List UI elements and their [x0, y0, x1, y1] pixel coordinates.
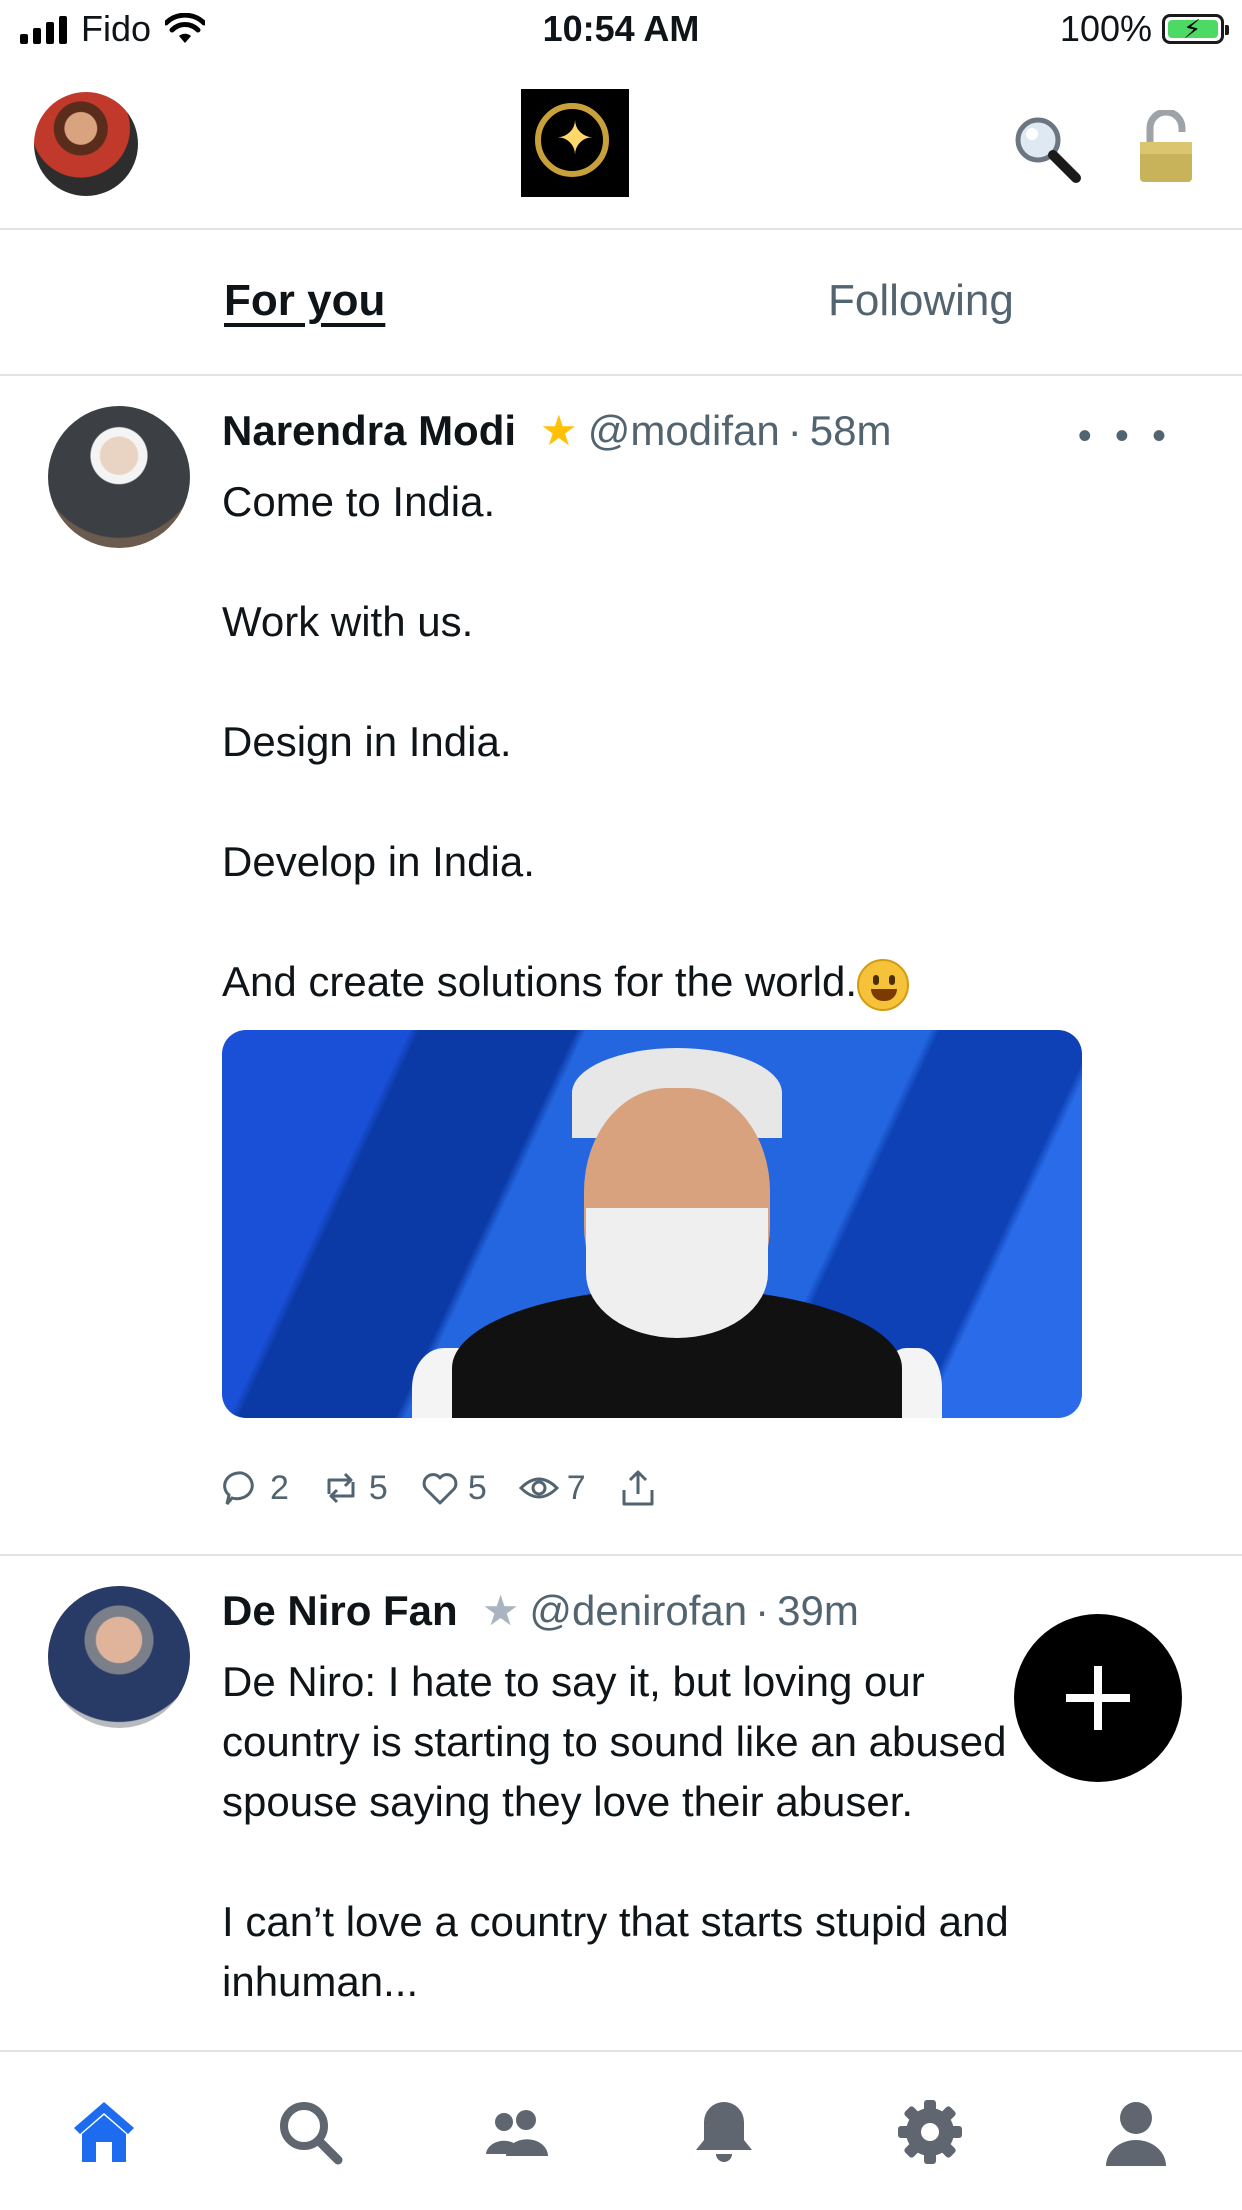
status-bar: Fido 10:54 AM 100% ⚡ [0, 0, 1242, 62]
post-text-line: Develop in India. [222, 838, 535, 885]
repost-button[interactable]: 5 [321, 1468, 388, 1508]
search-icon [280, 2102, 343, 2165]
heart-icon [422, 1473, 458, 1505]
reply-icon [223, 1471, 254, 1505]
status-time: 10:54 AM [542, 8, 700, 49]
post-body: Come to India. Work with us. Design in I… [222, 472, 910, 1012]
lock-icon[interactable] [1136, 110, 1196, 184]
repost-icon [327, 1472, 355, 1504]
battery-icon: ⚡ [1162, 14, 1229, 44]
repost-count: 5 [368, 1468, 388, 1507]
nav-home[interactable] [68, 2096, 140, 2168]
post-time: 39m [777, 1587, 859, 1634]
post-header: Narendra Modi ★ @modifan · 58m [222, 406, 891, 455]
bell-icon [696, 2102, 752, 2162]
star-icon: ★ [540, 407, 578, 454]
magnifying-glass-icon[interactable] [1010, 112, 1082, 184]
post-text-line: Work with us. [222, 598, 474, 645]
settings-icon [898, 2100, 962, 2164]
compose-button[interactable] [1014, 1614, 1182, 1782]
app-logo[interactable]: ✦ [521, 89, 629, 197]
app-header: ✦ [0, 62, 1242, 230]
reply-button[interactable]: 2 [222, 1468, 289, 1508]
post-avatar[interactable] [48, 1586, 190, 1728]
post-text-line: I can’t love a country that starts stupi… [222, 1898, 1009, 2005]
post-text-line: Come to India. [222, 478, 496, 525]
feed-tabs: For you Following [0, 230, 1242, 376]
meta-separator: · [755, 1587, 770, 1634]
nav-community[interactable] [480, 2096, 552, 2168]
nav-settings[interactable] [894, 2096, 966, 2168]
bottom-nav [0, 2050, 1242, 2210]
post-text-line: Design in India. [222, 718, 512, 765]
tab-for-you[interactable]: For you [224, 276, 385, 326]
author-handle[interactable]: @denirofan [529, 1587, 747, 1634]
tab-following[interactable]: Following [828, 276, 1014, 326]
logo-star-icon: ✦ [555, 112, 595, 164]
views-button[interactable]: 7 [518, 1468, 586, 1508]
post-text-line: De Niro: I hate to say it, but loving ou… [222, 1658, 1007, 1825]
post-text-line: And create solutions for the world. [222, 958, 858, 1005]
author-handle[interactable]: @modifan [588, 407, 780, 454]
post-header: De Niro Fan ★ @denirofan · 39m [222, 1586, 859, 1635]
author-name[interactable]: De Niro Fan [222, 1587, 458, 1634]
view-count: 7 [566, 1468, 586, 1507]
share-button[interactable] [618, 1468, 658, 1508]
author-name[interactable]: Narendra Modi [222, 407, 516, 454]
post-image[interactable] [222, 1030, 1082, 1418]
speaker-figure [322, 1048, 942, 1418]
nav-profile[interactable] [1100, 2096, 1172, 2168]
like-count: 5 [467, 1468, 487, 1507]
like-button[interactable]: 5 [420, 1468, 487, 1508]
share-icon [622, 1470, 654, 1506]
profile-icon [1106, 2102, 1166, 2166]
star-icon: ★ [481, 1587, 520, 1634]
reply-count: 2 [270, 1468, 289, 1507]
more-options-icon[interactable]: • • • [1078, 414, 1172, 459]
my-avatar[interactable] [34, 92, 138, 196]
community-icon [486, 2110, 548, 2156]
nav-notifications[interactable] [688, 2096, 760, 2168]
status-right: 100% ⚡ [1059, 8, 1229, 50]
nav-search[interactable] [274, 2096, 346, 2168]
meta-separator: · [787, 407, 802, 454]
post-body: De Niro: I hate to say it, but loving ou… [222, 1652, 1022, 2050]
post-avatar[interactable] [48, 406, 190, 548]
post[interactable]: Narendra Modi ★ @modifan · 58m • • • Come to… [0, 376, 1242, 1556]
home-icon [74, 2102, 134, 2162]
eye-icon [518, 1477, 559, 1499]
post-time: 58m [809, 407, 892, 454]
battery-percent: 100% [1059, 8, 1152, 49]
smiley-emoji-icon [857, 958, 910, 1011]
post-actions: 2 5 5 7 [222, 1468, 690, 1508]
